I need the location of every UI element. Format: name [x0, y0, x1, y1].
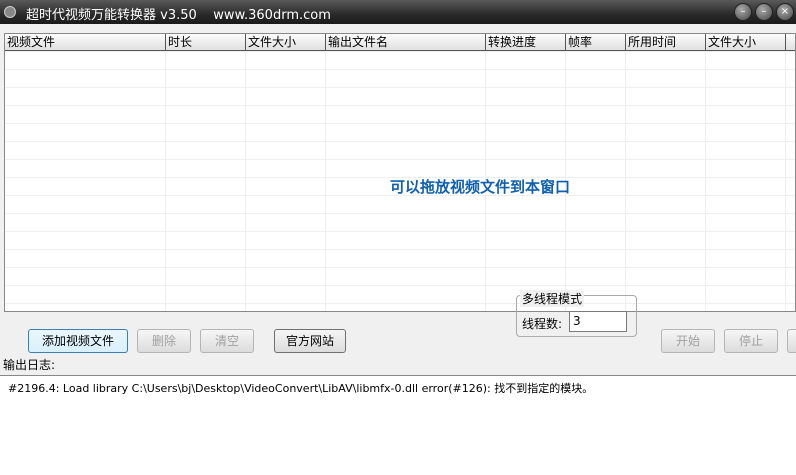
video-file-list[interactable]: 视频文件 时长 文件大小 输出文件名 转换进度 帧率 所用时间 文件大小 可以拖…: [4, 33, 796, 312]
thread-count-input[interactable]: 3: [569, 311, 627, 332]
title-bar: 超时代视频万能转换器 v3.50 www.360drm.com – – ×: [0, 0, 796, 24]
maximize-button[interactable]: –: [755, 3, 773, 21]
log-output[interactable]: #2196.4: Load library C:\Users\bj\Deskto…: [0, 375, 796, 475]
drop-hint: 可以拖放视频文件到本窗口: [389, 178, 570, 196]
extra-button[interactable]: [787, 329, 796, 353]
add-video-button[interactable]: 添加视频文件: [28, 329, 128, 353]
minimize-button[interactable]: –: [734, 3, 752, 21]
thread-count-label: 线程数:: [522, 317, 563, 331]
close-button[interactable]: ×: [776, 3, 794, 21]
log-label: 输出日志:: [3, 358, 56, 372]
column-framerate[interactable]: 帧率: [566, 34, 626, 51]
log-line: #2196.4: Load library C:\Users\bj\Deskto…: [8, 382, 594, 395]
app-icon[interactable]: [4, 6, 16, 18]
website-button[interactable]: 官方网站: [274, 329, 346, 353]
multithread-group-label: 多线程模式: [520, 290, 585, 307]
column-output-name[interactable]: 输出文件名: [326, 34, 486, 51]
column-extra[interactable]: [786, 34, 795, 51]
clear-button[interactable]: 清空: [200, 329, 254, 353]
column-elapsed[interactable]: 所用时间: [626, 34, 706, 51]
delete-button[interactable]: 删除: [137, 329, 191, 353]
stop-button[interactable]: 停止: [724, 329, 778, 353]
column-file-size[interactable]: 文件大小: [246, 34, 326, 51]
column-output-size[interactable]: 文件大小: [706, 34, 786, 51]
column-duration[interactable]: 时长: [166, 34, 246, 51]
window-title: 超时代视频万能转换器 v3.50 www.360drm.com: [26, 8, 331, 23]
start-button[interactable]: 开始: [661, 329, 715, 353]
column-progress[interactable]: 转换进度: [486, 34, 566, 51]
column-video-file[interactable]: 视频文件: [5, 34, 166, 51]
